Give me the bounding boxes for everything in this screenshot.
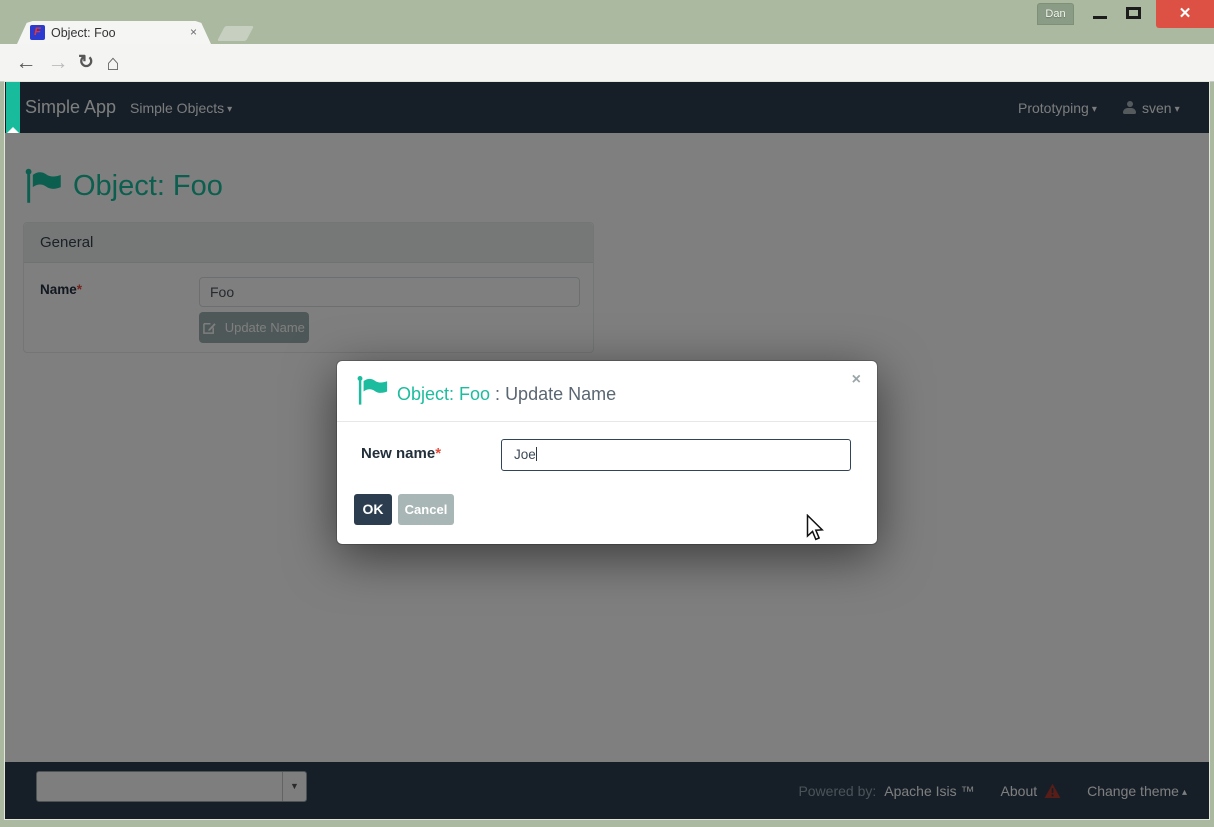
maximize-button[interactable] bbox=[1118, 0, 1150, 26]
browser-profile-badge[interactable]: Dan bbox=[1037, 3, 1074, 25]
maximize-icon bbox=[1126, 7, 1141, 19]
dialog-close-icon[interactable]: × bbox=[852, 371, 861, 389]
new-name-label: New name* bbox=[361, 445, 441, 462]
ajax-indicator-arrow bbox=[7, 127, 19, 133]
tab-title: Object: Foo bbox=[51, 21, 116, 44]
minimize-button[interactable] bbox=[1085, 0, 1115, 26]
new-tab-button[interactable] bbox=[217, 26, 254, 41]
new-name-field[interactable]: Joe bbox=[501, 439, 851, 471]
required-marker: * bbox=[435, 445, 441, 462]
cancel-button[interactable]: Cancel bbox=[398, 494, 454, 525]
ok-button[interactable]: OK bbox=[354, 494, 392, 525]
flag-icon bbox=[357, 375, 389, 406]
page-viewport: Simple App Simple Objects▾ Prototyping▾ … bbox=[5, 82, 1209, 819]
dialog-title: Object: Foo : Update Name bbox=[397, 361, 616, 422]
window-close-button[interactable]: ✕ bbox=[1156, 0, 1214, 28]
mouse-cursor bbox=[805, 514, 825, 544]
tab-close-icon[interactable]: × bbox=[190, 21, 197, 44]
accent-stripe bbox=[6, 82, 20, 133]
minimize-icon bbox=[1093, 16, 1107, 19]
forward-icon: → bbox=[44, 44, 72, 82]
reload-icon[interactable]: ↻ bbox=[73, 44, 99, 82]
home-icon[interactable]: ⌂ bbox=[99, 44, 127, 82]
browser-tab[interactable]: F Object: Foo × bbox=[17, 21, 211, 44]
tab-favicon-icon: F bbox=[30, 25, 45, 40]
browser-window: Dan ✕ F Object: Foo × ← → ↻ ⌂ localhost:… bbox=[0, 0, 1214, 827]
browser-toolbar: ← → ↻ ⌂ localhost:8080/wicket/entity/sim… bbox=[0, 44, 1214, 82]
text-cursor bbox=[536, 447, 537, 461]
back-icon[interactable]: ← bbox=[12, 44, 40, 82]
dialog-header: Object: Foo : Update Name × bbox=[337, 361, 877, 422]
update-name-dialog: Object: Foo : Update Name × New name* Jo… bbox=[337, 361, 877, 544]
